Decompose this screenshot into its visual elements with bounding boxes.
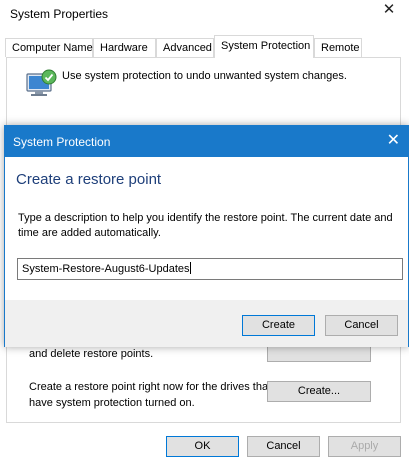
window-title: System Properties bbox=[10, 7, 109, 21]
dialog-button-area: Create Cancel bbox=[5, 300, 408, 347]
close-icon[interactable]: ✕ bbox=[382, 2, 396, 17]
tab-remote[interactable]: Remote bbox=[314, 38, 362, 57]
tab-system-protection[interactable]: System Protection bbox=[214, 35, 314, 58]
tab-hardware[interactable]: Hardware bbox=[93, 38, 156, 57]
dialog-cancel-button[interactable]: Cancel bbox=[325, 315, 398, 336]
create-restore-point-button[interactable]: Create... bbox=[267, 381, 371, 402]
create-text-line1: Create a restore point right now for the… bbox=[29, 381, 272, 393]
manage-text: and delete restore points. bbox=[29, 348, 154, 360]
text-caret bbox=[189, 262, 191, 274]
create-text-line2: have system protection turned on. bbox=[29, 397, 195, 409]
ok-button[interactable]: OK bbox=[166, 436, 239, 457]
create-button[interactable]: Create bbox=[242, 315, 315, 336]
input-value: System-Restore-August6-Updates bbox=[22, 263, 190, 275]
dialog-title: System Protection bbox=[13, 135, 111, 149]
restore-point-description-input[interactable]: System-Restore-August6-Updates bbox=[17, 258, 403, 280]
cancel-button[interactable]: Cancel bbox=[247, 436, 320, 457]
system-protection-dialog: System Protection ✕ Create a restore poi… bbox=[4, 125, 409, 347]
apply-button[interactable]: Apply bbox=[328, 436, 401, 457]
tab-advanced[interactable]: Advanced bbox=[156, 38, 214, 57]
tab-computer-name[interactable]: Computer Name bbox=[5, 38, 93, 57]
dialog-description: Type a description to help you identify … bbox=[18, 212, 393, 239]
dialog-heading: Create a restore point bbox=[16, 171, 162, 188]
intro-text: Use system protection to undo unwanted s… bbox=[62, 70, 347, 82]
system-protection-icon bbox=[26, 69, 57, 96]
dialog-titlebar: System Protection ✕ bbox=[5, 126, 408, 157]
close-icon[interactable]: ✕ bbox=[387, 132, 400, 150]
